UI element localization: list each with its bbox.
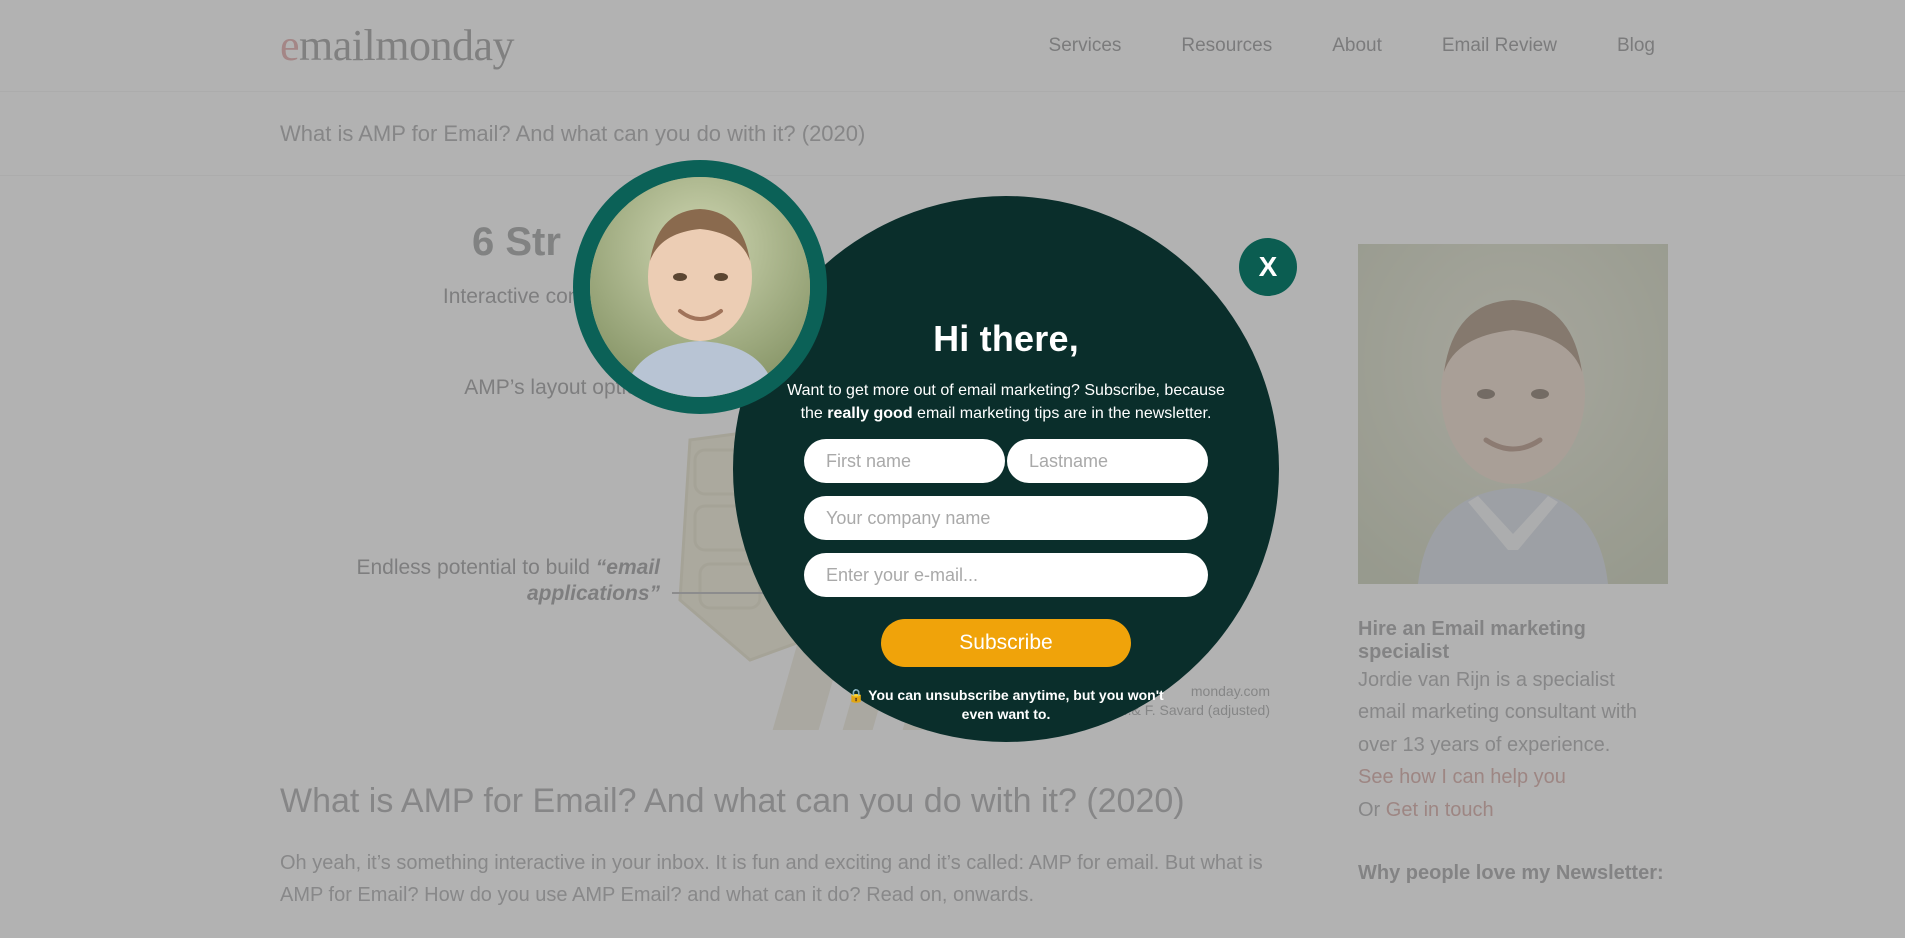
subtitle-part-2: email marketing tips are in the newslett… (912, 404, 1212, 422)
newsletter-signup-modal: X Hi there, Want to get more out of emai… (573, 160, 1297, 742)
avatar-portrait-illustration (590, 177, 810, 397)
lock-icon: 🔒 (848, 688, 865, 704)
signup-form: Subscribe (804, 439, 1208, 668)
modal-subtitle: Want to get more out of email marketing?… (781, 380, 1231, 425)
subtitle-emphasis: really good (827, 404, 913, 422)
disclaimer-text: You can unsubscribe anytime, but you won… (868, 687, 1164, 723)
avatar (573, 160, 827, 414)
subscribe-button[interactable]: Subscribe (881, 619, 1131, 668)
modal-title: Hi there, (933, 318, 1079, 359)
avatar-image (590, 177, 810, 397)
name-row (804, 439, 1208, 484)
last-name-input[interactable] (1007, 439, 1208, 484)
close-icon[interactable]: X (1239, 238, 1297, 296)
first-name-input[interactable] (804, 439, 1005, 484)
company-name-input[interactable] (804, 496, 1208, 541)
unsubscribe-disclaimer: 🔒 You can unsubscribe anytime, but you w… (841, 686, 1171, 724)
email-input[interactable] (804, 553, 1208, 598)
